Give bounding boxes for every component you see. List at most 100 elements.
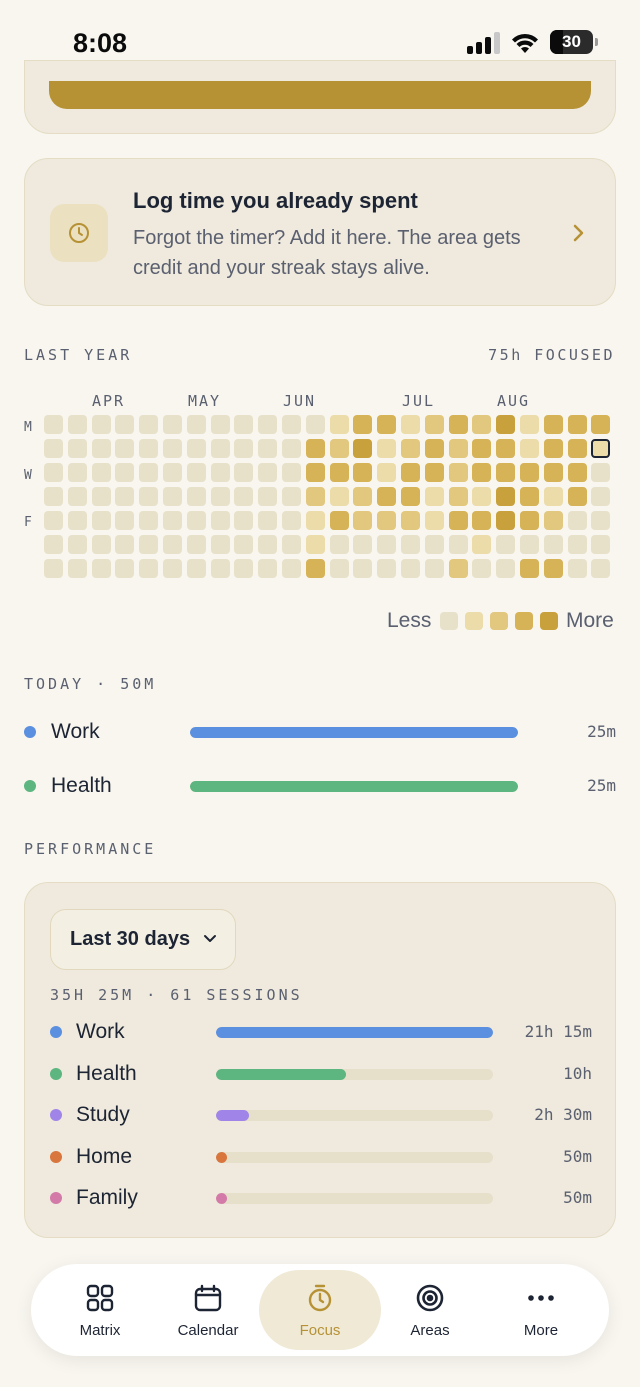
heatmap-cell xyxy=(401,511,420,530)
category-duration: 50m xyxy=(563,1146,592,1166)
heatmap-cell xyxy=(353,463,373,482)
heatmap-cell xyxy=(353,415,373,434)
heatmap-cell xyxy=(567,559,587,578)
heatmap-cell xyxy=(234,439,254,458)
heatmap-cell xyxy=(543,511,563,530)
heatmap-cell xyxy=(401,439,420,458)
tab-matrix[interactable]: Matrix xyxy=(41,1264,159,1356)
category-label: Study xyxy=(76,1103,130,1126)
heatmap-cell xyxy=(258,463,278,482)
heatmap-cell xyxy=(520,511,539,530)
heatmap-cell xyxy=(543,439,563,458)
month-label: AUG xyxy=(497,392,531,410)
start-focus-button[interactable] xyxy=(49,81,591,109)
heatmap-cell xyxy=(91,463,111,482)
heatmap-cell xyxy=(472,463,492,482)
heatmap-cell xyxy=(163,487,182,506)
heatmap-cell xyxy=(115,535,135,554)
tab-label: Areas xyxy=(410,1322,450,1339)
category-duration: 2h 30m xyxy=(534,1105,592,1124)
heatmap-cell xyxy=(67,535,87,554)
heatmap-cell xyxy=(305,487,325,506)
heatmap-cell xyxy=(567,463,587,482)
category-label: Work xyxy=(76,1020,125,1043)
heatmap-cell xyxy=(472,511,492,530)
grid-icon xyxy=(86,1284,114,1312)
heatmap-cell xyxy=(377,511,397,530)
tab-areas[interactable]: Areas xyxy=(371,1264,489,1356)
heatmap-cell xyxy=(186,535,206,554)
tab-calendar[interactable]: Calendar xyxy=(149,1264,267,1356)
heatmap-cell xyxy=(210,535,230,554)
tab-more[interactable]: More xyxy=(482,1264,600,1356)
heatmap-cell xyxy=(115,439,135,458)
heatmap-cell xyxy=(305,439,325,458)
heatmap-cell xyxy=(472,535,492,554)
category-bar-fill xyxy=(216,1110,250,1121)
legend-swatch xyxy=(515,612,533,630)
heatmap-cell xyxy=(448,487,468,506)
heatmap-cell xyxy=(448,559,468,578)
heatmap-cell xyxy=(115,559,135,578)
heatmap-cell xyxy=(186,559,206,578)
stopwatch-icon xyxy=(308,1284,332,1312)
heatmap-cell xyxy=(67,463,87,482)
heatmap-total: 75h FOCUSED xyxy=(488,346,615,364)
heatmap-cell xyxy=(424,439,444,458)
heatmap-cell xyxy=(401,535,420,554)
heatmap-cell xyxy=(567,511,587,530)
category-label: Health xyxy=(51,774,112,797)
heatmap-cell xyxy=(591,415,611,434)
heatmap-cell-today xyxy=(591,439,611,458)
heatmap-cell xyxy=(472,439,492,458)
heatmap-cell xyxy=(305,535,325,554)
heatmap-cell xyxy=(115,511,135,530)
heatmap-cell xyxy=(210,463,230,482)
category-bar-fill xyxy=(216,1027,493,1038)
category-bar-track xyxy=(216,1110,493,1121)
heatmap-cell xyxy=(496,487,516,506)
day-label: W xyxy=(24,468,32,483)
heatmap-cell xyxy=(424,487,444,506)
heatmap-cell xyxy=(210,511,230,530)
tab-label: Matrix xyxy=(79,1322,121,1339)
category-duration: 50m xyxy=(563,1188,592,1207)
log-time-icon-box xyxy=(50,204,108,262)
heatmap-cell xyxy=(91,535,111,554)
log-time-card[interactable]: Log time you already spent Forgot the ti… xyxy=(24,158,616,306)
heatmap-cell xyxy=(496,559,516,578)
category-dot xyxy=(50,1192,62,1204)
legend-swatch xyxy=(440,612,458,630)
heatmap-cell xyxy=(520,415,539,434)
log-time-title: Log time you already spent xyxy=(133,188,418,213)
heatmap-cell xyxy=(139,439,159,458)
heatmap-cell xyxy=(282,463,301,482)
date-range-value: Last 30 days xyxy=(70,928,191,950)
category-label: Health xyxy=(76,1061,137,1085)
legend-less: Less xyxy=(387,609,432,632)
day-label: M xyxy=(24,420,32,435)
category-dot xyxy=(50,1067,62,1080)
category-bar-fill xyxy=(190,781,518,792)
heatmap-cell xyxy=(258,535,278,554)
heatmap-cell xyxy=(258,487,278,506)
heatmap-cell xyxy=(496,511,516,530)
category-label: Home xyxy=(76,1144,133,1168)
heatmap-cell xyxy=(163,559,182,578)
legend-swatch xyxy=(490,612,508,630)
tab-focus[interactable]: Focus xyxy=(259,1270,381,1350)
heatmap-cell xyxy=(234,511,254,530)
heatmap-cell xyxy=(115,415,135,434)
heatmap-cell xyxy=(448,463,468,482)
target-icon xyxy=(416,1284,444,1312)
heatmap-cell xyxy=(520,487,539,506)
category-dot xyxy=(50,1150,62,1163)
date-range-dropdown[interactable]: Last 30 days xyxy=(50,909,236,970)
heatmap-cell xyxy=(139,535,159,554)
heatmap-cell xyxy=(353,439,373,458)
heatmap-cell xyxy=(163,511,182,530)
heatmap-cell xyxy=(520,463,539,482)
heatmap-cell xyxy=(67,511,87,530)
month-label: MAY xyxy=(188,392,222,410)
heatmap-cell xyxy=(282,559,301,578)
